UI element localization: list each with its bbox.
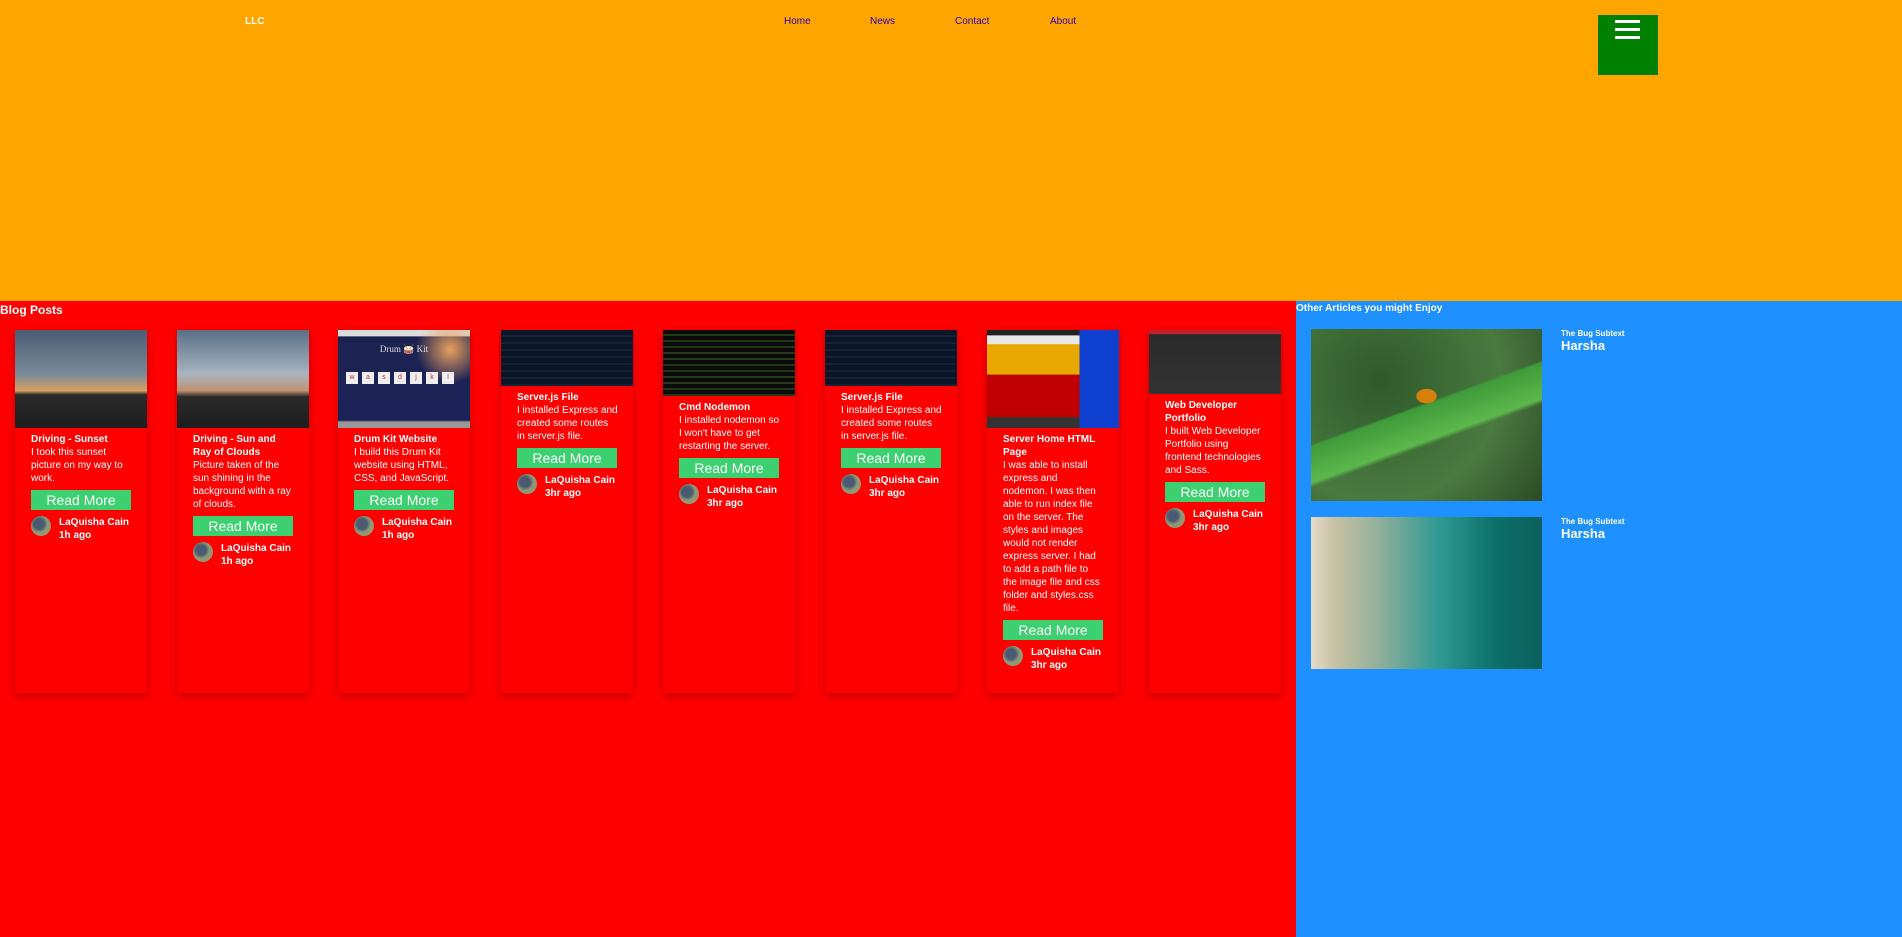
beach-boat-image[interactable]: [1311, 517, 1542, 669]
read-more-button[interactable]: Read More: [31, 490, 131, 510]
blog-card: Server.js File I installed Express and c…: [501, 330, 633, 693]
read-more-button[interactable]: Read More: [517, 448, 617, 468]
post-time: 3hr ago: [707, 498, 744, 509]
key-label: j: [410, 372, 422, 384]
key-label: d: [394, 372, 406, 384]
author-name: LaQuisha Cain: [1031, 647, 1102, 658]
avatar: [193, 542, 213, 562]
author-name: LaQuisha Cain: [707, 485, 778, 496]
post-time: 3hr ago: [545, 488, 582, 499]
nav-about[interactable]: About: [1050, 16, 1076, 27]
read-more-button[interactable]: Read More: [193, 516, 293, 536]
post-image[interactable]: Drum 🥁 Kit w a s d j k l: [338, 330, 470, 428]
header: LLC Home News Contact About: [0, 0, 1902, 301]
avatar: [31, 516, 51, 536]
avatar: [841, 474, 861, 494]
author-name: LaQuisha Cain: [221, 543, 292, 554]
read-more-button[interactable]: Read More: [1003, 620, 1103, 640]
key-label: a: [362, 372, 374, 384]
key-label: w: [346, 372, 358, 384]
read-more-button[interactable]: Read More: [679, 458, 779, 478]
post-text: I installed Express and created some rou…: [517, 405, 618, 442]
image-caption: Drum 🥁 Kit: [379, 344, 429, 354]
author-name: LaQuisha Cain: [382, 517, 453, 528]
read-more-button[interactable]: Read More: [841, 448, 941, 468]
section-title: Blog Posts: [0, 303, 63, 317]
article-subtext: The Bug Subtext: [1561, 517, 1625, 526]
post-time: 1h ago: [382, 530, 415, 541]
post-time: 3hr ago: [1031, 660, 1068, 671]
post-text: I installed nodemon so I won't have to g…: [679, 415, 780, 452]
post-title: Cmd Nodemon: [679, 402, 751, 413]
post-author: LaQuisha Cain 3hr ago: [841, 474, 942, 500]
avatar: [679, 484, 699, 504]
post-author: LaQuisha Cain 1h ago: [31, 516, 132, 542]
post-image[interactable]: [987, 330, 1119, 428]
post-time: 3hr ago: [1193, 522, 1230, 533]
post-image[interactable]: [1149, 330, 1281, 394]
section-title: Other Articles you might Enjoy: [1296, 303, 1443, 314]
author-name: LaQuisha Cain: [545, 475, 616, 486]
post-text: I installed Express and created some rou…: [841, 405, 942, 442]
key-label: s: [378, 372, 390, 384]
read-more-button[interactable]: Read More: [354, 490, 454, 510]
nav-home[interactable]: Home: [784, 16, 811, 27]
post-title: Web Developer Portfolio: [1165, 400, 1238, 424]
hamburger-icon[interactable]: [1598, 15, 1658, 75]
key-label: l: [442, 372, 454, 384]
post-author: LaQuisha Cain 1h ago: [354, 516, 455, 542]
other-articles-section: Other Articles you might Enjoy The Bug S…: [1296, 301, 1902, 937]
blog-card: Driving - Sun and Ray of Clouds Picture …: [177, 330, 309, 693]
post-text: I took this sunset picture on my way to …: [31, 447, 123, 484]
blog-card: Server Home HTML Page I was able to inst…: [987, 330, 1119, 693]
post-title: Driving - Sunset: [31, 434, 108, 445]
author-name: LaQuisha Cain: [1193, 509, 1264, 520]
key-label: k: [426, 372, 438, 384]
post-text: I build this Drum Kit website using HTML…: [354, 447, 450, 484]
post-time: 1h ago: [221, 556, 254, 567]
article-author: Harsha: [1561, 526, 1606, 541]
logo[interactable]: LLC: [245, 16, 264, 27]
post-image[interactable]: [15, 330, 147, 428]
post-author: LaQuisha Cain 1h ago: [193, 542, 294, 568]
blog-card: Server.js File I installed Express and c…: [825, 330, 957, 693]
avatar: [1165, 508, 1185, 528]
post-time: 3hr ago: [869, 488, 906, 499]
post-author: LaQuisha Cain 3hr ago: [1003, 646, 1104, 672]
author-name: LaQuisha Cain: [869, 475, 940, 486]
read-more-button[interactable]: Read More: [1165, 482, 1265, 502]
post-image[interactable]: [501, 330, 633, 386]
ladybug-image[interactable]: [1311, 329, 1542, 501]
post-time: 1h ago: [59, 530, 92, 541]
article-author: Harsha: [1561, 338, 1606, 353]
article-subtext: The Bug Subtext: [1561, 329, 1625, 338]
author-name: LaQuisha Cain: [59, 517, 130, 528]
nav-contact[interactable]: Contact: [955, 16, 989, 27]
post-title: Server Home HTML Page: [1003, 434, 1096, 458]
post-author: LaQuisha Cain 3hr ago: [679, 484, 780, 510]
avatar: [1003, 646, 1023, 666]
post-title: Server.js File: [517, 392, 579, 403]
blog-card: Drum 🥁 Kit w a s d j k l Drum Kit Website I bui…: [338, 330, 470, 693]
blog-card: Web Developer Portfolio I built Web Deve…: [1149, 330, 1281, 693]
post-text: Picture taken of the sun shining in the …: [193, 460, 291, 510]
post-image[interactable]: [825, 330, 957, 386]
nav-news[interactable]: News: [870, 16, 895, 27]
blog-card: Cmd Nodemon I installed nodemon so I won…: [663, 330, 795, 693]
post-title: Server.js File: [841, 392, 903, 403]
post-title: Driving - Sun and Ray of Clouds: [193, 434, 276, 458]
post-author: LaQuisha Cain 3hr ago: [1165, 508, 1266, 534]
avatar: [354, 516, 374, 536]
post-title: Drum Kit Website: [354, 434, 438, 445]
post-image[interactable]: [177, 330, 309, 428]
blog-section: Blog Posts Driving - Sunset I took this …: [0, 301, 1296, 937]
blog-card: Driving - Sunset I took this sunset pict…: [15, 330, 147, 693]
post-author: LaQuisha Cain 3hr ago: [517, 474, 618, 500]
post-image[interactable]: [663, 330, 795, 396]
post-text: I was able to install express and nodemo…: [1003, 460, 1100, 614]
avatar: [517, 474, 537, 494]
post-text: I built Web Developer Portfolio using fr…: [1165, 426, 1261, 476]
